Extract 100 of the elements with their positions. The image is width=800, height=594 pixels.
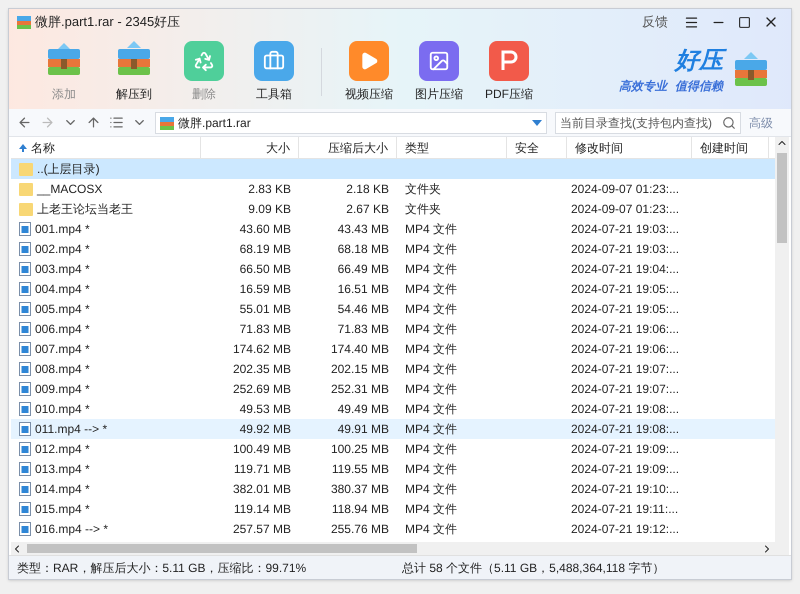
size-cell-text: 119.14 MB — [234, 501, 291, 518]
file-name: 004.mp4 * — [35, 281, 90, 298]
file-name: 001.mp4 * — [35, 221, 90, 238]
maximize-icon[interactable] — [738, 16, 751, 28]
size-cell-text: 257.57 MB — [232, 521, 291, 538]
column-header[interactable]: 创建时间 — [700, 138, 748, 156]
file-name: 002.mp4 * — [35, 241, 90, 258]
column-header[interactable]: 压缩后大小 — [328, 138, 388, 156]
toolbar-button[interactable]: 视频压缩 — [334, 41, 404, 103]
file-row[interactable]: 013.mp4 * 119.71 MB 119.55 MB MP4 文件 2024-07-21 19:09:... — [11, 459, 775, 479]
type-cell-text: MP4 文件 — [405, 221, 458, 238]
file-row[interactable]: 004.mp4 * 16.59 MB 16.51 MB MP4 文件 2024-07-21 19:05:... — [11, 279, 775, 299]
toolbar-button[interactable]: 解压到 — [99, 41, 169, 103]
window-title: 微胖.part1.rar - 2345好压 — [35, 13, 180, 32]
dropdown-arrow-icon[interactable] — [532, 120, 542, 126]
scrollbar-thumb[interactable] — [27, 544, 417, 553]
file-name: 010.mp4 * — [35, 401, 90, 418]
vertical-scrollbar[interactable] — [775, 137, 789, 542]
packed-size-cell-text: 2.67 KB — [346, 201, 389, 218]
video-file-icon — [19, 362, 31, 376]
file-row[interactable]: 上老王论坛当老王 9.09 KB 2.67 KB 文件夹 2024-09-07 01:23:... — [11, 199, 775, 219]
size-cell-text: 174.62 MB — [232, 341, 291, 358]
size-cell-text: 55.01 MB — [240, 301, 291, 318]
size-cell-text: 49.92 MB — [240, 421, 291, 438]
file-row[interactable]: 016.mp4 --> * 257.57 MB 255.76 MB MP4 文件 2024-07-21 19:12:... — [11, 519, 775, 539]
back-icon[interactable] — [17, 115, 32, 130]
modified-time-cell-text: 2024-07-21 19:12:... — [571, 521, 680, 538]
view-icon[interactable] — [109, 115, 124, 130]
video-file-icon — [19, 222, 31, 236]
video-file-icon — [19, 442, 31, 456]
packed-size-cell-text: 119.55 MB — [332, 461, 389, 478]
toolbox-icon — [254, 41, 294, 81]
type-cell-text: MP4 文件 — [405, 241, 458, 258]
file-row[interactable]: 002.mp4 * 68.19 MB 68.18 MB MP4 文件 2024-07-21 19:03:... — [11, 239, 775, 259]
type-cell-text: MP4 文件 — [405, 421, 458, 438]
video-file-icon — [19, 262, 31, 276]
type-cell-text: MP4 文件 — [405, 321, 458, 338]
type-cell-text: MP4 文件 — [405, 461, 458, 478]
packed-size-cell-text: 255.76 MB — [330, 521, 389, 538]
search-icon[interactable] — [722, 116, 736, 130]
type-cell-text: MP4 文件 — [405, 281, 458, 298]
file-row[interactable]: 010.mp4 * 49.53 MB 49.49 MB MP4 文件 2024-07-21 19:08:... — [11, 399, 775, 419]
file-row[interactable]: 011.mp4 --> * 49.92 MB 49.91 MB MP4 文件 2024-07-21 19:08:... — [11, 419, 775, 439]
packed-size-cell-text: 16.51 MB — [338, 281, 389, 298]
up-icon[interactable] — [86, 115, 101, 130]
menu-icon[interactable] — [684, 14, 699, 30]
packed-size-cell-text: 54.46 MB — [338, 301, 389, 318]
column-header[interactable]: 名称 — [31, 138, 55, 156]
file-row[interactable]: __MACOSX 2.83 KB 2.18 KB 文件夹 2024-09-07 01:23:... — [11, 179, 775, 199]
modified-time-cell-text: 2024-09-07 01:23:... — [571, 181, 680, 198]
file-row[interactable]: 001.mp4 * 43.60 MB 43.43 MB MP4 文件 2024-07-21 19:03:... — [11, 219, 775, 239]
file-name: 009.mp4 * — [35, 381, 90, 398]
packed-size-cell-text: 380.37 MB — [330, 481, 389, 498]
file-name: 007.mp4 * — [35, 341, 90, 358]
file-row[interactable]: ..(上层目录) — [11, 159, 775, 179]
modified-time-cell-text: 2024-07-21 19:08:... — [571, 421, 680, 438]
file-name: 上老王论坛当老王 — [37, 201, 133, 218]
file-row[interactable]: 006.mp4 * 71.83 MB 71.83 MB MP4 文件 2024-07-21 19:06:... — [11, 319, 775, 339]
modified-time-cell-text: 2024-07-21 19:10:... — [571, 481, 680, 498]
file-row[interactable]: 009.mp4 * 252.69 MB 252.31 MB MP4 文件 2024-07-21 19:07:... — [11, 379, 775, 399]
packed-size-cell-text: 2.18 KB — [346, 181, 389, 198]
size-cell-text: 2.83 KB — [248, 181, 291, 198]
column-header[interactable]: 类型 — [405, 138, 429, 156]
video-file-icon — [19, 302, 31, 316]
type-cell-text: MP4 文件 — [405, 381, 458, 398]
file-name: 005.mp4 * — [35, 301, 90, 318]
file-row[interactable]: 007.mp4 * 174.62 MB 174.40 MB MP4 文件 2024-07-21 19:06:... — [11, 339, 775, 359]
size-cell-text: 382.01 MB — [232, 481, 291, 498]
packed-size-cell-text: 66.49 MB — [338, 261, 389, 278]
column-header[interactable]: 修改时间 — [575, 138, 623, 156]
file-name: 008.mp4 * — [35, 361, 90, 378]
type-cell-text: MP4 文件 — [405, 441, 458, 458]
file-row[interactable]: 005.mp4 * 55.01 MB 54.46 MB MP4 文件 2024-07-21 19:05:... — [11, 299, 775, 319]
type-cell-text: MP4 文件 — [405, 401, 458, 418]
file-name: 011.mp4 --> * — [35, 421, 108, 438]
feedback-button[interactable]: 反馈 — [642, 12, 668, 32]
search-field[interactable]: 当前目录查找(支持包内查找) — [555, 112, 741, 134]
toolbar-button[interactable]: 工具箱 — [239, 41, 309, 103]
file-row[interactable]: 003.mp4 * 66.50 MB 66.49 MB MP4 文件 2024-07-21 19:04:... — [11, 259, 775, 279]
scrollbar-thumb[interactable] — [777, 153, 787, 243]
file-row[interactable]: 008.mp4 * 202.35 MB 202.15 MB MP4 文件 2024-07-21 19:07:... — [11, 359, 775, 379]
toolbar-button[interactable]: 图片压缩 — [404, 41, 474, 103]
archive-icon — [160, 116, 174, 130]
file-row[interactable]: 012.mp4 * 100.49 MB 100.25 MB MP4 文件 2024-07-21 19:09:... — [11, 439, 775, 459]
file-row[interactable]: 014.mp4 * 382.01 MB 380.37 MB MP4 文件 2024-07-21 19:10:... — [11, 479, 775, 499]
toolbar-button[interactable]: PDF压缩 — [474, 41, 544, 103]
path-field[interactable]: 微胖.part1.rar — [155, 112, 547, 134]
size-cell-text: 68.19 MB — [240, 241, 291, 258]
file-name: ..(上层目录) — [37, 161, 100, 178]
modified-time-cell-text: 2024-07-21 19:05:... — [571, 281, 680, 298]
play-icon — [349, 41, 389, 81]
packed-size-cell-text: 43.43 MB — [338, 221, 389, 238]
column-header[interactable]: 大小 — [266, 138, 290, 156]
type-cell-text: MP4 文件 — [405, 361, 458, 378]
column-header[interactable]: 安全 — [515, 138, 539, 156]
file-name: 015.mp4 * — [35, 501, 90, 518]
file-row[interactable]: 015.mp4 * 119.14 MB 118.94 MB MP4 文件 2024-07-21 19:11:... — [11, 499, 775, 519]
folder-icon — [19, 182, 33, 196]
horizontal-scrollbar[interactable] — [11, 542, 789, 555]
type-cell-text: MP4 文件 — [405, 501, 458, 518]
